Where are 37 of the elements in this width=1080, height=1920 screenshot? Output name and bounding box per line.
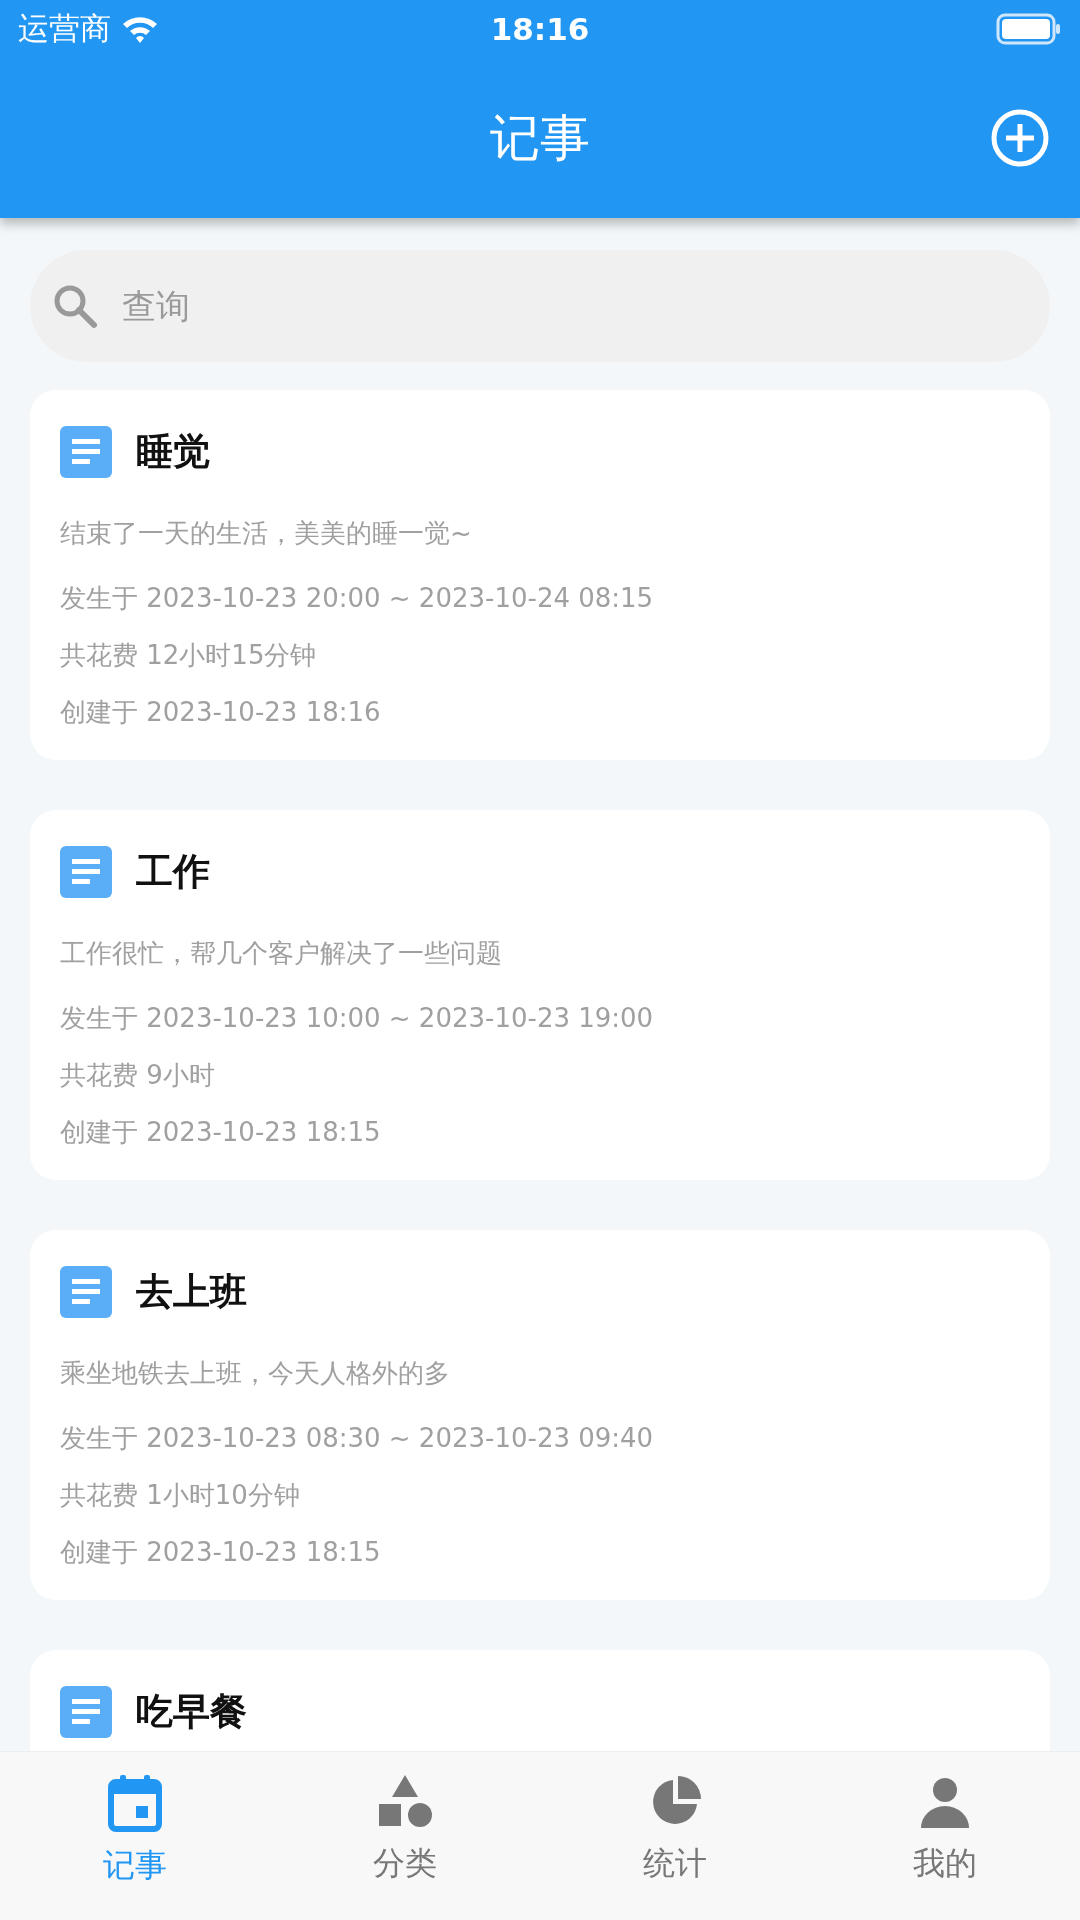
note-description: 结束了一天的生活，美美的睡一觉~ [60,518,472,548]
calendar-icon [108,1774,162,1832]
note-card[interactable]: 工作 工作很忙，帮几个客户解决了一些问题 发生于 2023-10-23 10:00 ~ 2023-10-23 19:00 共花费 9小时 创建于 2023-10-23 18:15 [30,810,1050,1180]
note-title: 吃早餐 [136,1689,247,1735]
document-icon [60,846,112,898]
status-time: 18:16 [490,11,590,47]
tab-item[interactable]: 我的 [810,1752,1080,1920]
note-title: 工作 [136,849,210,895]
page-title: 记事 [490,107,590,169]
document-icon [60,1686,112,1738]
note-description: 乘坐地铁去上班，今天人格外的多 [60,1358,450,1388]
document-icon [60,1266,112,1318]
occurred-time: 发生于 2023-10-23 10:00 ~ 2023-10-23 19:00 [60,1003,654,1033]
search-icon [52,283,98,329]
duration-text: 共花费 1小时10分钟 [60,1480,300,1510]
shapes-icon [376,1774,434,1830]
tab-item[interactable]: 分类 [270,1752,540,1920]
note-title: 睡觉 [136,429,210,475]
wifi-icon [121,14,159,44]
duration-text: 共花费 12小时15分钟 [60,640,317,670]
add-icon[interactable] [990,108,1050,168]
document-icon [60,426,112,478]
note-card[interactable]: 吃早餐 [30,1650,1050,1751]
carrier-label: 运营商 [18,9,111,48]
occurred-time: 发生于 2023-10-23 08:30 ~ 2023-10-23 09:40 [60,1423,654,1453]
search-field[interactable]: 查询 [30,250,1050,362]
duration-text: 共花费 9小时 [60,1060,215,1090]
created-time: 创建于 2023-10-23 18:15 [60,1537,381,1567]
created-time: 创建于 2023-10-23 18:15 [60,1117,381,1147]
note-card[interactable]: 去上班 乘坐地铁去上班，今天人格外的多 发生于 2023-10-23 08:30 ~ 2023-10-23 09:40 共花费 1小时10分钟 创建于 2023-10-23 18:15 [30,1230,1050,1600]
note-card[interactable]: 睡觉 结束了一天的生活，美美的睡一觉~ 发生于 2023-10-23 20:00 ~ 2023-10-24 08:15 共花费 12小时15分钟 创建于 2023-10-23 18:16 [30,390,1050,760]
note-description: 工作很忙，帮几个客户解决了一些问题 [60,938,502,968]
note-title: 去上班 [136,1269,247,1315]
battery-icon [996,13,1062,45]
tab-item[interactable]: 统计 [540,1752,810,1920]
occurred-time: 发生于 2023-10-23 20:00 ~ 2023-10-24 08:15 [60,583,654,613]
created-time: 创建于 2023-10-23 18:16 [60,697,381,727]
